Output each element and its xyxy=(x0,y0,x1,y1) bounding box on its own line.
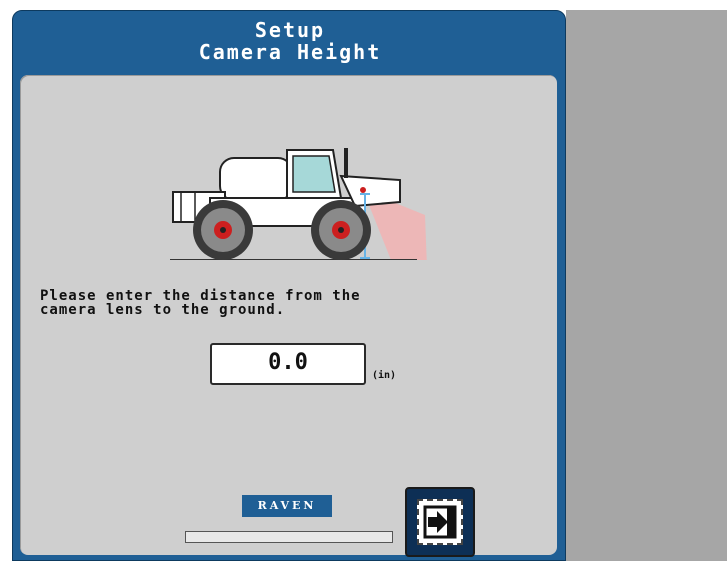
next-button-face xyxy=(417,499,463,545)
instruction-text: Please enter the distance from the camer… xyxy=(40,288,361,318)
setup-window: Setup Camera Height Please enter the dis… xyxy=(12,10,566,561)
camera-height-input[interactable]: 0.0 xyxy=(210,343,366,385)
progress-bar xyxy=(185,531,393,543)
sprayer-camera-illustration xyxy=(170,148,427,260)
raven-logo: RAVEN xyxy=(242,495,332,517)
window-title: Setup Camera Height xyxy=(13,11,567,75)
empty-side-area xyxy=(566,10,727,561)
next-arrow-icon xyxy=(423,505,457,539)
title-line-camera-height: Camera Height xyxy=(198,40,382,64)
next-button[interactable] xyxy=(405,487,475,557)
content-panel: Please enter the distance from the camer… xyxy=(20,75,557,555)
unit-label: (in) xyxy=(372,370,397,381)
title-line-setup: Setup xyxy=(254,18,326,42)
